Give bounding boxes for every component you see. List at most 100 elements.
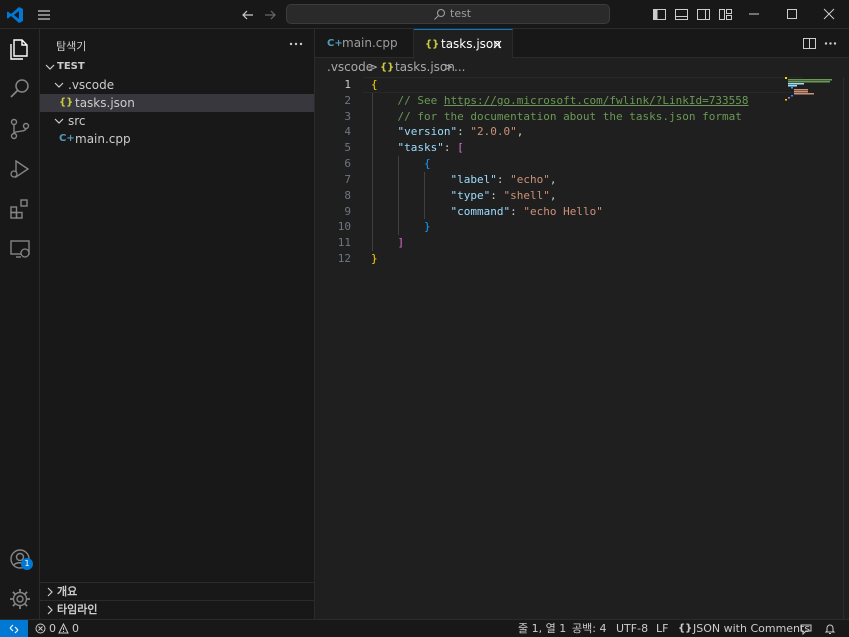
bracket-token: ] bbox=[397, 236, 405, 249]
code-line-1: { bbox=[371, 77, 378, 93]
breadcrumb-symbols[interactable]: ... bbox=[454, 58, 465, 77]
accounts-badge: 1 bbox=[21, 558, 33, 570]
accounts-button[interactable]: 1 bbox=[8, 547, 33, 571]
tree-item-label: main.cpp bbox=[75, 132, 131, 146]
line-number: 6 bbox=[344, 157, 351, 170]
tree-item-src-folder[interactable]: src bbox=[40, 112, 314, 130]
toggle-panel-icon[interactable] bbox=[674, 7, 689, 22]
string-token: "shell" bbox=[503, 189, 550, 202]
command-center-search[interactable]: test bbox=[286, 4, 610, 24]
code-line-4: "version": "2.0.0", bbox=[371, 124, 524, 140]
title-bar: test bbox=[0, 0, 849, 29]
code-line-2: // See https://go.microsoft.com/fwlink/?… bbox=[371, 93, 749, 109]
outline-section-label: 개요 bbox=[57, 585, 78, 598]
comment-link[interactable]: https://go.microsoft.com/fwlink/?LinkId=… bbox=[444, 94, 749, 107]
comma-token: , bbox=[549, 189, 557, 202]
minimap[interactable] bbox=[785, 77, 845, 117]
close-window-icon[interactable] bbox=[822, 7, 836, 21]
warning-icon bbox=[58, 623, 69, 634]
maximize-icon[interactable] bbox=[785, 7, 799, 21]
bracket-token: [ bbox=[457, 141, 464, 154]
more-actions-icon[interactable] bbox=[288, 36, 304, 52]
code-line-11: ] bbox=[371, 235, 405, 251]
activity-bar: 1 bbox=[0, 29, 40, 619]
code-editor[interactable]: 1 2 3 4 5 6 7 8 9 10 11 12 { // See http… bbox=[315, 77, 849, 619]
timeline-section-header[interactable]: 타임라인 bbox=[40, 600, 314, 618]
chevron-down-icon bbox=[54, 82, 64, 88]
status-bar: 0 0 줄 1, 열 1 공백: 4 UTF-8 LF {} JSON with… bbox=[0, 619, 849, 637]
vertical-scrollbar[interactable] bbox=[843, 77, 849, 619]
comma-token: , bbox=[549, 173, 557, 186]
forward-arrow-icon[interactable] bbox=[262, 7, 278, 23]
encoding[interactable]: UTF-8 bbox=[616, 620, 648, 637]
run-debug-icon[interactable] bbox=[8, 157, 32, 181]
code-line-5: "tasks": [ bbox=[371, 140, 464, 156]
code-line-6: { bbox=[371, 156, 431, 172]
remote-explorer-icon[interactable] bbox=[8, 237, 32, 261]
line-number: 7 bbox=[344, 173, 351, 186]
manage-gear-icon[interactable] bbox=[8, 587, 32, 611]
extensions-icon[interactable] bbox=[8, 197, 32, 221]
line-number: 1 bbox=[344, 78, 351, 91]
toggle-primary-sidebar-icon[interactable] bbox=[652, 7, 667, 22]
tree-item-label: tasks.json bbox=[75, 96, 135, 110]
end-of-line[interactable]: LF bbox=[656, 620, 668, 637]
menu-icon[interactable] bbox=[36, 7, 52, 23]
remote-indicator[interactable] bbox=[0, 620, 28, 637]
cpp-file-icon: C+ bbox=[327, 38, 343, 49]
breadcrumb-folder[interactable]: .vscode bbox=[327, 58, 373, 77]
line-number: 11 bbox=[337, 236, 351, 249]
warning-count: 0 bbox=[72, 622, 79, 635]
timeline-section-label: 타임라인 bbox=[57, 603, 98, 616]
cursor-position[interactable]: 줄 1, 열 1 bbox=[518, 620, 566, 637]
key-token: "version" bbox=[397, 125, 458, 138]
close-icon[interactable] bbox=[491, 38, 504, 51]
search-icon[interactable] bbox=[8, 77, 32, 101]
line-number: 8 bbox=[344, 189, 351, 202]
indentation[interactable]: 공백: 4 bbox=[572, 620, 606, 637]
brace-token: } bbox=[423, 220, 431, 233]
outline-section-header[interactable]: 개요 bbox=[40, 582, 314, 600]
tree-item-main-cpp[interactable]: C+ main.cpp bbox=[40, 130, 314, 148]
tree-root-test[interactable]: TEST bbox=[40, 58, 314, 76]
code-line-7: "label": "echo", bbox=[371, 172, 556, 188]
line-number: 10 bbox=[337, 220, 351, 233]
tab-label: main.cpp bbox=[342, 36, 398, 50]
cpp-file-icon: C+ bbox=[59, 133, 75, 144]
key-token: "command" bbox=[450, 205, 511, 218]
string-token: "echo" bbox=[510, 173, 550, 186]
toggle-secondary-sidebar-icon[interactable] bbox=[696, 7, 711, 22]
json-file-icon: {} bbox=[380, 62, 395, 73]
brace-token: { bbox=[423, 157, 431, 170]
tree-item-label: .vscode bbox=[68, 78, 115, 92]
language-mode[interactable]: JSON with Comments bbox=[693, 620, 810, 637]
code-line-9: "command": "echo Hello" bbox=[371, 204, 602, 220]
more-actions-icon[interactable] bbox=[823, 36, 838, 51]
chevron-down-icon bbox=[45, 64, 55, 70]
minimize-icon[interactable] bbox=[747, 7, 761, 21]
line-number: 2 bbox=[344, 94, 351, 107]
code-line-3: // for the documentation about the tasks… bbox=[371, 109, 742, 125]
brace-token: } bbox=[371, 252, 378, 265]
tab-main-cpp[interactable]: C+ main.cpp bbox=[315, 29, 414, 58]
json-file-icon: {} bbox=[59, 97, 74, 108]
search-text: test bbox=[450, 7, 472, 20]
error-icon bbox=[35, 623, 46, 634]
split-editor-icon[interactable] bbox=[802, 36, 817, 51]
tab-tasks-json[interactable]: {} tasks.json bbox=[414, 29, 513, 58]
chevron-right-icon bbox=[47, 587, 53, 597]
notifications-bell-icon[interactable] bbox=[824, 623, 836, 635]
tree-item-vscode-folder[interactable]: .vscode bbox=[40, 76, 314, 94]
key-token: "type" bbox=[450, 189, 491, 202]
json-file-icon: {} bbox=[425, 39, 440, 50]
code-line-12: } bbox=[371, 251, 378, 267]
explorer-icon[interactable] bbox=[8, 37, 32, 61]
comma-token: , bbox=[516, 125, 524, 138]
customize-layout-icon[interactable] bbox=[718, 7, 733, 22]
tree-item-tasks-json[interactable]: {} tasks.json bbox=[40, 94, 314, 112]
feedback-icon[interactable] bbox=[800, 623, 812, 635]
colon-token: : bbox=[443, 141, 458, 154]
source-control-icon[interactable] bbox=[8, 117, 32, 141]
colon-token: : bbox=[457, 125, 471, 138]
back-arrow-icon[interactable] bbox=[240, 7, 256, 23]
